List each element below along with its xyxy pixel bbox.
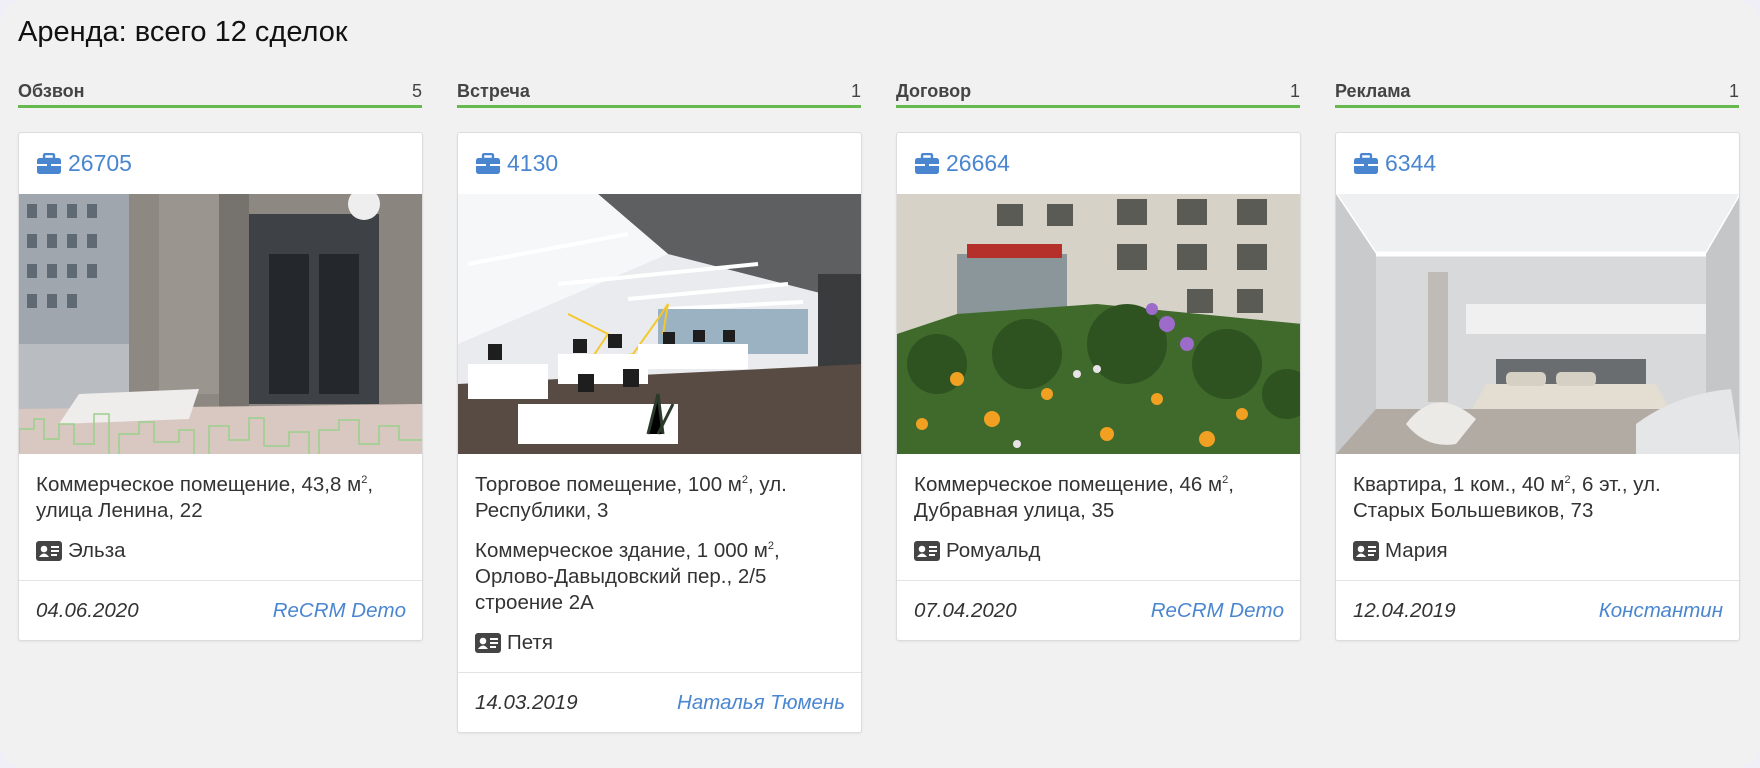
property-description[interactable]: Квартира, 1 ком., 40 м2, 6 эт., ул. Стар…	[1353, 472, 1722, 524]
property-description[interactable]: Коммерческое здание, 1 000 м2, Орлово-Да…	[475, 538, 844, 616]
deal-card[interactable]: 6344 Квартира, 1 ком., 40 м2, 6 эт., ул.…	[1335, 132, 1740, 641]
contact-name: Петя	[507, 631, 553, 654]
property-description[interactable]: Коммерческое помещение, 46 м2, Дубравная…	[914, 472, 1283, 524]
briefcase-icon	[476, 152, 500, 174]
deal-date: 14.03.2019	[475, 690, 578, 714]
street-flowers-photo	[897, 194, 1300, 454]
deal-id-link[interactable]: 26705	[19, 133, 422, 194]
column-count: 5	[411, 81, 422, 101]
column-count: 1	[1289, 81, 1300, 101]
contact-card-icon	[475, 633, 501, 653]
contact-card-icon	[914, 541, 940, 561]
responsible-user-link[interactable]: ReCRM Demo	[273, 599, 406, 623]
contact-name: Ромуальд	[946, 539, 1041, 562]
deal-id-link[interactable]: 26664	[897, 133, 1300, 194]
briefcase-icon	[915, 152, 939, 174]
deal-card[interactable]: 26705 Коммерческое помещение, 43,8 м2, у…	[18, 132, 423, 641]
contact[interactable]: Петя	[475, 630, 844, 656]
building-facade-photo	[19, 194, 422, 454]
deal-body: Квартира, 1 ком., 40 м2, 6 эт., ул. Стар…	[1336, 454, 1739, 564]
deal-id: 4130	[507, 150, 559, 176]
deal-body: Торговое помещение, 100 м2, ул. Республи…	[458, 454, 861, 656]
briefcase-icon	[1354, 152, 1378, 174]
page-title: Аренда: всего 12 сделок	[18, 16, 348, 48]
column-vstrecha: Встреча 1 4130 Торговое помещение, 100 м…	[457, 81, 862, 733]
column-obzvon: Обзвон 5 26705 Коммерческое помещение, 4…	[18, 81, 423, 733]
deal-card[interactable]: 26664 Коммерческое помещение, 46 м2, Дуб…	[896, 132, 1301, 641]
responsible-user-link[interactable]: Константин	[1599, 599, 1723, 623]
contact-card-icon	[36, 541, 62, 561]
deal-id-link[interactable]: 6344	[1336, 133, 1739, 194]
deal-footer: 14.03.2019 Наталья Тюмень	[458, 672, 861, 732]
column-header: Обзвон 5	[18, 81, 422, 108]
deal-footer: 07.04.2020 ReCRM Demo	[897, 580, 1300, 640]
office-interior-photo	[458, 194, 861, 454]
contact[interactable]: Эльза	[36, 538, 405, 564]
column-dogovor: Договор 1 26664 Коммерческое помещение, …	[896, 81, 1301, 733]
deal-id: 6344	[1385, 150, 1437, 176]
contact[interactable]: Ромуальд	[914, 538, 1283, 564]
deal-footer: 12.04.2019 Константин	[1336, 580, 1739, 640]
briefcase-icon	[37, 152, 61, 174]
deal-date: 07.04.2020	[914, 598, 1017, 622]
responsible-user-link[interactable]: ReCRM Demo	[1151, 599, 1284, 623]
contact-name: Эльза	[68, 539, 126, 562]
deal-footer: 04.06.2020 ReCRM Demo	[19, 580, 422, 640]
column-count: 1	[1728, 81, 1739, 101]
deal-card[interactable]: 4130 Торговое помещение, 100 м2, ул. Рес…	[457, 132, 862, 733]
deals-panel: Аренда: всего 12 сделок Обзвон 5 26705 К…	[0, 0, 1760, 768]
deal-body: Коммерческое помещение, 46 м2, Дубравная…	[897, 454, 1300, 564]
contact-card-icon	[1353, 541, 1379, 561]
kanban-board: Обзвон 5 26705 Коммерческое помещение, 4…	[18, 81, 1740, 733]
column-header: Встреча 1	[457, 81, 861, 108]
property-description[interactable]: Коммерческое помещение, 43,8 м2, улица Л…	[36, 472, 405, 524]
column-title: Реклама	[1335, 81, 1411, 101]
column-title: Договор	[896, 81, 972, 101]
deal-date: 04.06.2020	[36, 598, 139, 622]
column-title: Обзвон	[18, 81, 85, 101]
deal-id-link[interactable]: 4130	[458, 133, 861, 194]
column-header: Договор 1	[896, 81, 1300, 108]
contact[interactable]: Мария	[1353, 538, 1722, 564]
property-description[interactable]: Торговое помещение, 100 м2, ул. Республи…	[475, 472, 844, 524]
column-count: 1	[850, 81, 861, 101]
deal-id: 26705	[68, 150, 132, 176]
column-header: Реклама 1	[1335, 81, 1739, 108]
column-reklama: Реклама 1 6344 Квартира, 1 ком., 40 м2, …	[1335, 81, 1740, 733]
bedroom-interior-photo	[1336, 194, 1739, 454]
column-title: Встреча	[457, 81, 530, 101]
responsible-user-link[interactable]: Наталья Тюмень	[677, 691, 845, 715]
deal-id: 26664	[946, 150, 1010, 176]
deal-body: Коммерческое помещение, 43,8 м2, улица Л…	[19, 454, 422, 564]
deal-date: 12.04.2019	[1353, 598, 1456, 622]
contact-name: Мария	[1385, 539, 1448, 562]
